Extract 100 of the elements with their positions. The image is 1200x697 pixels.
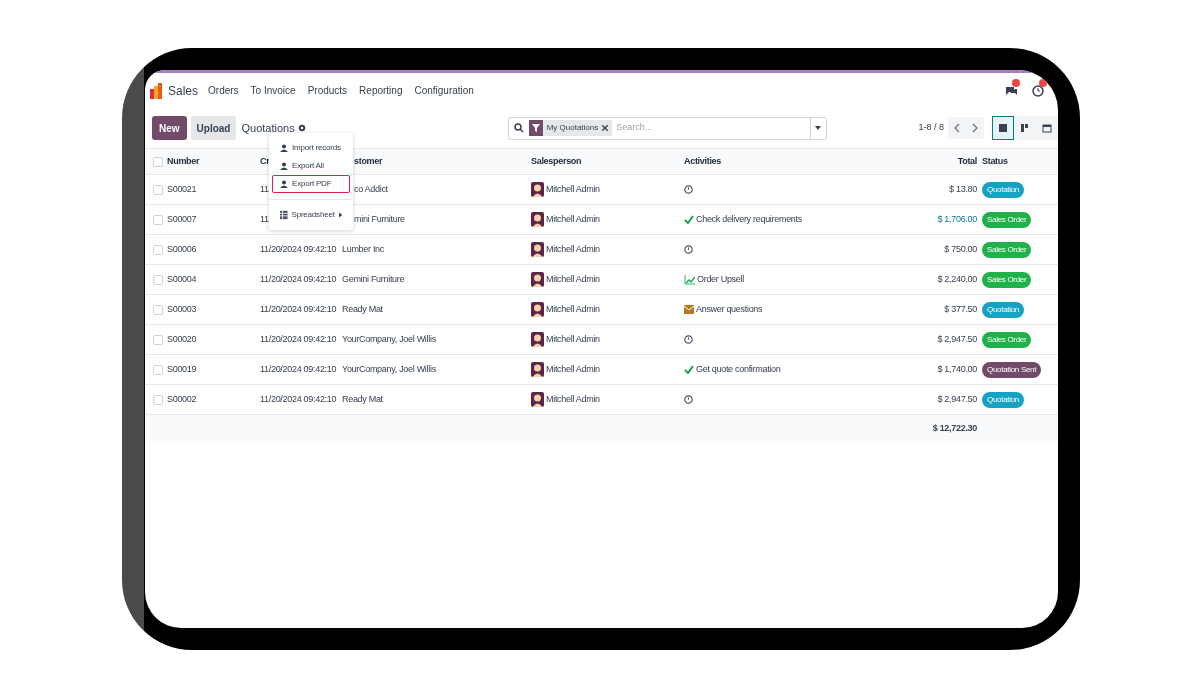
table-cell-text: Mitchell Admin <box>546 302 600 316</box>
check-icon <box>684 215 694 224</box>
envelope-icon <box>684 305 694 314</box>
row-checkbox[interactable] <box>153 184 163 195</box>
table-cell: S00007 <box>167 213 197 224</box>
status-badge: Quotation <box>982 181 1024 198</box>
row-checkbox[interactable] <box>153 214 163 225</box>
table-cell: 11/20/2024 09:42:10 <box>260 243 337 254</box>
status-badge: Quotation <box>982 301 1024 318</box>
table-cell-text: Mitchell Admin <box>546 332 600 346</box>
table-cell: mini Furniture <box>354 213 405 224</box>
table-row[interactable]: S00006 11/20/2024 09:42:10 Lumber Inc Mitchell Admin $ 750.00 Sales Order <box>145 235 1058 265</box>
square-icon <box>997 122 1009 134</box>
spreadsheet-icon <box>280 210 288 220</box>
table-cell: $ 2,947.50 <box>937 393 977 404</box>
row-checkbox[interactable] <box>153 244 163 255</box>
clock-icon[interactable] <box>684 245 693 254</box>
close-icon[interactable] <box>602 125 609 131</box>
row-checkbox[interactable] <box>153 334 163 345</box>
table-cell: 11/20/2024 09:42:10 <box>260 333 337 344</box>
clock-icon[interactable] <box>684 395 693 404</box>
next-icon[interactable] <box>971 123 979 133</box>
column-header[interactable]: Status <box>977 155 1008 166</box>
avatar-icon <box>531 272 544 287</box>
row-checkbox[interactable] <box>153 274 163 285</box>
column-header[interactable]: Cr <box>260 155 270 166</box>
chart-icon <box>684 274 695 285</box>
upload-button[interactable]: Upload <box>190 116 237 140</box>
search-input[interactable]: Search... <box>616 121 810 135</box>
table-cell: $ 2,240.00 <box>937 273 977 284</box>
table-row[interactable]: S00003 11/20/2024 09:42:10 Ready Mat Mitchell Admin Answer questions $ 377.50 Quotation <box>145 295 1058 325</box>
menu-option[interactable]: Export PDF <box>272 175 350 193</box>
activity-text: Check delivery requirements <box>696 212 802 226</box>
column-header[interactable]: Salesperson <box>531 155 582 166</box>
column-header[interactable]: Number <box>167 155 200 166</box>
filter-icon <box>528 120 543 136</box>
avatar-icon <box>531 302 544 317</box>
column-header[interactable]: Total <box>957 155 977 166</box>
menu-option[interactable]: Import records <box>272 139 350 157</box>
avatar-icon <box>531 242 544 257</box>
table-cell: S00004 <box>167 273 197 284</box>
search-field[interactable]: My Quotations Search... <box>507 116 827 140</box>
row-checkbox[interactable] <box>153 304 163 315</box>
table-cell: Lumber Inc <box>342 243 385 254</box>
page-title: Quotations <box>241 120 295 136</box>
avatar-icon <box>531 182 544 197</box>
table-cell: S00021 <box>167 183 197 194</box>
menu-item[interactable]: To Invoice <box>250 83 296 98</box>
table-cell: $ 377.50 <box>944 303 977 314</box>
clock-icon[interactable] <box>684 335 693 344</box>
chat-icon[interactable] <box>1005 84 1018 97</box>
menu-item[interactable]: Products <box>307 83 348 98</box>
menu-option[interactable]: Spreadsheet <box>272 206 350 224</box>
row-checkbox[interactable] <box>153 394 163 405</box>
table-cell: $ 2,947.50 <box>937 333 977 344</box>
table-cell: S00002 <box>167 393 197 404</box>
table-row[interactable]: S00004 11/20/2024 09:42:10 Gemini Furniture Mitchell Admin Order Upsell $ 2,240.00 Sales Order <box>145 265 1058 295</box>
caret-icon <box>815 126 822 130</box>
clock-icon[interactable] <box>1032 84 1044 97</box>
user-icon <box>280 180 288 188</box>
app-logo-icon[interactable] <box>150 82 162 99</box>
menu-item[interactable]: Configuration <box>414 83 474 98</box>
row-checkbox[interactable] <box>153 364 163 375</box>
table-cell: 11 <box>260 213 269 224</box>
gear-icon[interactable] <box>297 124 306 132</box>
table-cell-text: Mitchell Admin <box>546 362 600 376</box>
activity-text: Order Upsell <box>697 272 744 286</box>
new-button[interactable]: New <box>152 116 187 140</box>
menu-option[interactable]: Export All <box>272 157 350 175</box>
user-icon <box>280 162 288 170</box>
table-cell: S00020 <box>167 333 197 344</box>
calendar-view-button[interactable] <box>1036 116 1058 140</box>
menu-item[interactable]: Orders <box>208 83 239 98</box>
column-header[interactable]: Activities <box>684 155 722 166</box>
table-cell-text: Mitchell Admin <box>546 392 600 406</box>
table-cell: YourCompany, Joel Willis <box>342 363 436 374</box>
avatar-icon <box>531 362 544 377</box>
table-cell: co Addict <box>354 183 388 194</box>
table-row[interactable]: S00019 11/20/2024 09:42:10 YourCompany, Joel Willis Mitchell Admin Get quote confirmation $ 1,740.00 Quotation Sent <box>145 355 1058 385</box>
pager-value[interactable]: 1-8 / 8 <box>918 121 944 135</box>
table-row[interactable]: S00020 11/20/2024 09:42:10 YourCompany, Joel Willis Mitchell Admin $ 2,947.50 Sales Order <box>145 325 1058 355</box>
sum-total: $ 12,722.30 <box>932 423 977 434</box>
activity-text: Answer questions <box>696 302 763 316</box>
table-cell: S00003 <box>167 303 197 314</box>
kanban-view-button[interactable] <box>1014 116 1036 140</box>
previous-icon[interactable] <box>953 123 961 133</box>
table-cell: S00006 <box>167 243 197 254</box>
list-view-button[interactable] <box>992 116 1014 140</box>
select-all-checkbox[interactable] <box>153 156 163 167</box>
menu-item[interactable]: Reporting <box>359 83 403 98</box>
status-badge: Quotation <box>982 391 1024 408</box>
filter-facet[interactable]: My Quotations <box>528 120 613 136</box>
status-badge: Sales Order <box>982 211 1032 228</box>
avatar-icon <box>531 392 544 407</box>
table-cell: 11 <box>260 183 269 194</box>
table-cell-text: Mitchell Admin <box>546 212 600 226</box>
table-cell: Ready Mat <box>342 303 383 314</box>
clock-icon[interactable] <box>684 185 693 194</box>
app-name[interactable]: Sales <box>168 81 199 100</box>
table-cell: $ 1,740.00 <box>937 363 977 374</box>
